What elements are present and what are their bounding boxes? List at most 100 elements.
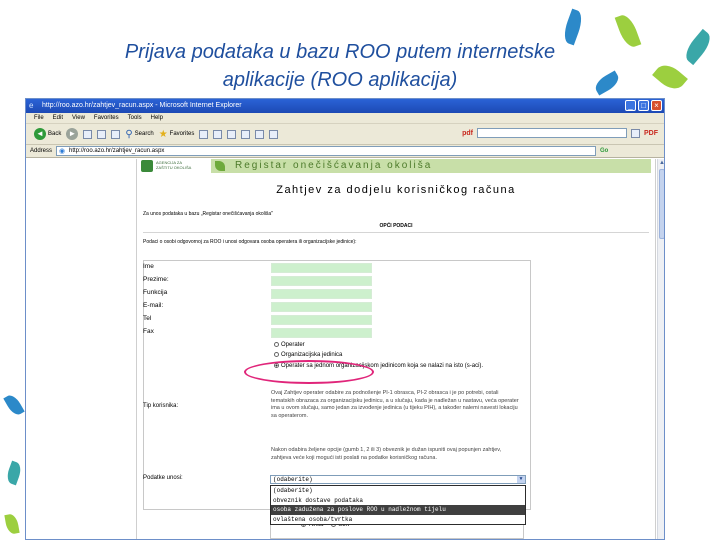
- address-url: http://roo.azo.hr/zahtjev_racun.aspx: [69, 148, 165, 154]
- maximize-button[interactable]: □: [638, 100, 649, 111]
- leaf-icon: [215, 161, 225, 171]
- minimize-button[interactable]: _: [625, 100, 636, 111]
- radio-operater[interactable]: Operater: [274, 341, 305, 350]
- back-button[interactable]: ◄ Back: [34, 128, 61, 140]
- page-content: ▲ AGENCIJA ZA ZAŠTITU OKOLIŠA Registar o…: [26, 159, 664, 539]
- funkcija-input[interactable]: [271, 289, 372, 299]
- field-label-ime: Ime: [143, 263, 154, 270]
- tel-input[interactable]: [271, 315, 372, 325]
- messenger-icon[interactable]: [269, 129, 279, 139]
- folder-icon[interactable]: [255, 129, 265, 139]
- user-type-label: Tip korisnika:: [143, 403, 179, 409]
- scroll-thumb[interactable]: [659, 169, 664, 239]
- option-description: Ovaj Zahtjev operater odabire za podnoše…: [271, 390, 519, 419]
- registry-banner: Registar onečišćavanja okoliša: [211, 159, 651, 173]
- dropdown-option-selected[interactable]: osoba zadužena za poslove ROO u nadležno…: [271, 505, 525, 515]
- section-title: OPĆI PODACI: [379, 223, 413, 229]
- form-heading: Zahtjev za dodjelu korisničkog računa: [276, 184, 516, 196]
- menu-bar: File Edit View Favorites Tools Help: [26, 113, 664, 124]
- vertical-scrollbar[interactable]: ▲: [657, 159, 664, 539]
- slide-title: Prijava podataka u bazu ROO putem intern…: [60, 38, 620, 94]
- option-instructions: Nakon odabira željene opcije (gumb 1, 2 …: [271, 447, 502, 461]
- search-label: Search: [134, 131, 154, 137]
- divider: [143, 232, 649, 233]
- print-icon[interactable]: [227, 129, 237, 139]
- page-icon: ◉: [59, 148, 66, 155]
- instructions-text: Podaci o osobi odgovornoj za ROO i unosi…: [143, 239, 357, 245]
- home-icon[interactable]: [111, 129, 121, 139]
- refresh-icon[interactable]: [97, 129, 107, 139]
- address-bar: Address ◉ http://roo.azo.hr/zahtjev_racu…: [26, 145, 664, 158]
- dropdown-option[interactable]: ovlaštena osoba/tvrtka: [271, 515, 525, 525]
- agency-logo-icon: [141, 160, 153, 172]
- dropdown-option[interactable]: (odaberite): [271, 486, 525, 496]
- back-label: Back: [48, 131, 62, 137]
- mail-icon[interactable]: [213, 129, 223, 139]
- menu-file[interactable]: File: [34, 113, 44, 123]
- menu-tools[interactable]: Tools: [128, 113, 142, 123]
- search-icon: ⚲: [125, 128, 133, 140]
- scroll-up-icon[interactable]: ▲: [659, 160, 664, 166]
- address-label: Address: [30, 148, 53, 154]
- pdf-search-input[interactable]: [477, 128, 627, 138]
- entry-select[interactable]: (odaberite) ▼: [270, 475, 526, 484]
- entry-select-value: (odaberite): [273, 476, 313, 483]
- forward-button[interactable]: ►: [66, 128, 79, 140]
- dropdown-option[interactable]: obveznik dostave podataka: [271, 496, 525, 506]
- email-input[interactable]: [271, 302, 372, 312]
- fax-input[interactable]: [271, 328, 372, 338]
- highlight-ellipse: [244, 360, 374, 384]
- menu-view[interactable]: View: [72, 113, 85, 123]
- history-icon[interactable]: [199, 129, 209, 139]
- chevron-down-icon[interactable]: ▼: [517, 476, 525, 483]
- radio-button[interactable]: [274, 341, 279, 347]
- slide-title-line-1: Prijava podataka u bazu ROO putem intern…: [124, 41, 556, 63]
- radio-button[interactable]: [274, 351, 279, 357]
- decor-leaf-icon: [3, 392, 25, 418]
- field-label-email: E-mail:: [143, 302, 164, 309]
- field-label-fax: Fax: [143, 328, 154, 335]
- window-title: http://roo.azo.hr/zahtjev_racun.aspx - M…: [42, 102, 242, 109]
- menu-edit[interactable]: Edit: [53, 113, 63, 123]
- radio-label-operater: Operater: [281, 342, 305, 348]
- pdf-go-icon[interactable]: [631, 128, 640, 138]
- decor-leaf-icon: [4, 513, 20, 535]
- slide-title-line-2: aplikacije (ROO aplikacija): [222, 69, 458, 91]
- star-icon: ★: [158, 128, 168, 140]
- stop-icon[interactable]: [83, 129, 93, 139]
- search-button[interactable]: ⚲ Search: [125, 129, 153, 140]
- ime-input[interactable]: [271, 263, 372, 273]
- window-titlebar[interactable]: e http://roo.azo.hr/zahtjev_racun.aspx -…: [26, 99, 664, 113]
- prezime-input[interactable]: [271, 276, 372, 286]
- field-label-funkcija: Funkcija: [143, 289, 168, 296]
- menu-favorites[interactable]: Favorites: [94, 113, 119, 123]
- intro-text: Za unos podataka u bazu „Registar onečiš…: [143, 211, 273, 217]
- toolbar-right: pdf PDF: [462, 128, 658, 138]
- menu-help[interactable]: Help: [151, 113, 163, 123]
- registry-banner-text: Registar onečišćavanja okoliša: [235, 160, 433, 171]
- field-label-prezime: Prezime:: [143, 276, 169, 283]
- entry-label: Podatke unosi:: [143, 475, 183, 481]
- roo-header: AGENCIJA ZA ZAŠTITU OKOLIŠA Registar one…: [137, 159, 655, 173]
- decor-leaf-icon: [652, 59, 688, 95]
- field-label-tel: Tel: [143, 315, 152, 322]
- decor-leaf-icon: [680, 28, 716, 66]
- go-button[interactable]: Go: [600, 148, 608, 154]
- back-arrow-icon: ◄: [34, 128, 46, 140]
- pdf-icon[interactable]: pdf: [462, 130, 473, 137]
- browser-window: e http://roo.azo.hr/zahtjev_racun.aspx -…: [25, 98, 665, 540]
- toolbar: ◄ Back ► ⚲ Search ★ Favorites pdf PDF: [26, 124, 664, 145]
- close-button[interactable]: ×: [651, 100, 662, 111]
- favorites-button[interactable]: ★ Favorites: [159, 129, 195, 140]
- decor-leaf-icon: [4, 460, 24, 486]
- address-field[interactable]: ◉ http://roo.azo.hr/zahtjev_racun.aspx: [56, 146, 597, 156]
- window-controls: _ □ ×: [625, 100, 662, 111]
- favorites-label: Favorites: [169, 131, 195, 137]
- edit-icon[interactable]: [241, 129, 251, 139]
- entry-dropdown-list: (odaberite) obveznik dostave podataka os…: [270, 485, 526, 525]
- agency-logo-text: AGENCIJA ZA ZAŠTITU OKOLIŠA: [156, 160, 192, 170]
- internet-explorer-icon: e: [29, 101, 34, 110]
- radio-organizacijska-jedinica[interactable]: Organizacijska jedinica: [274, 351, 342, 360]
- radio-label-org-unit: Organizacijska jedinica: [281, 352, 343, 358]
- pdf-label[interactable]: PDF: [644, 130, 658, 137]
